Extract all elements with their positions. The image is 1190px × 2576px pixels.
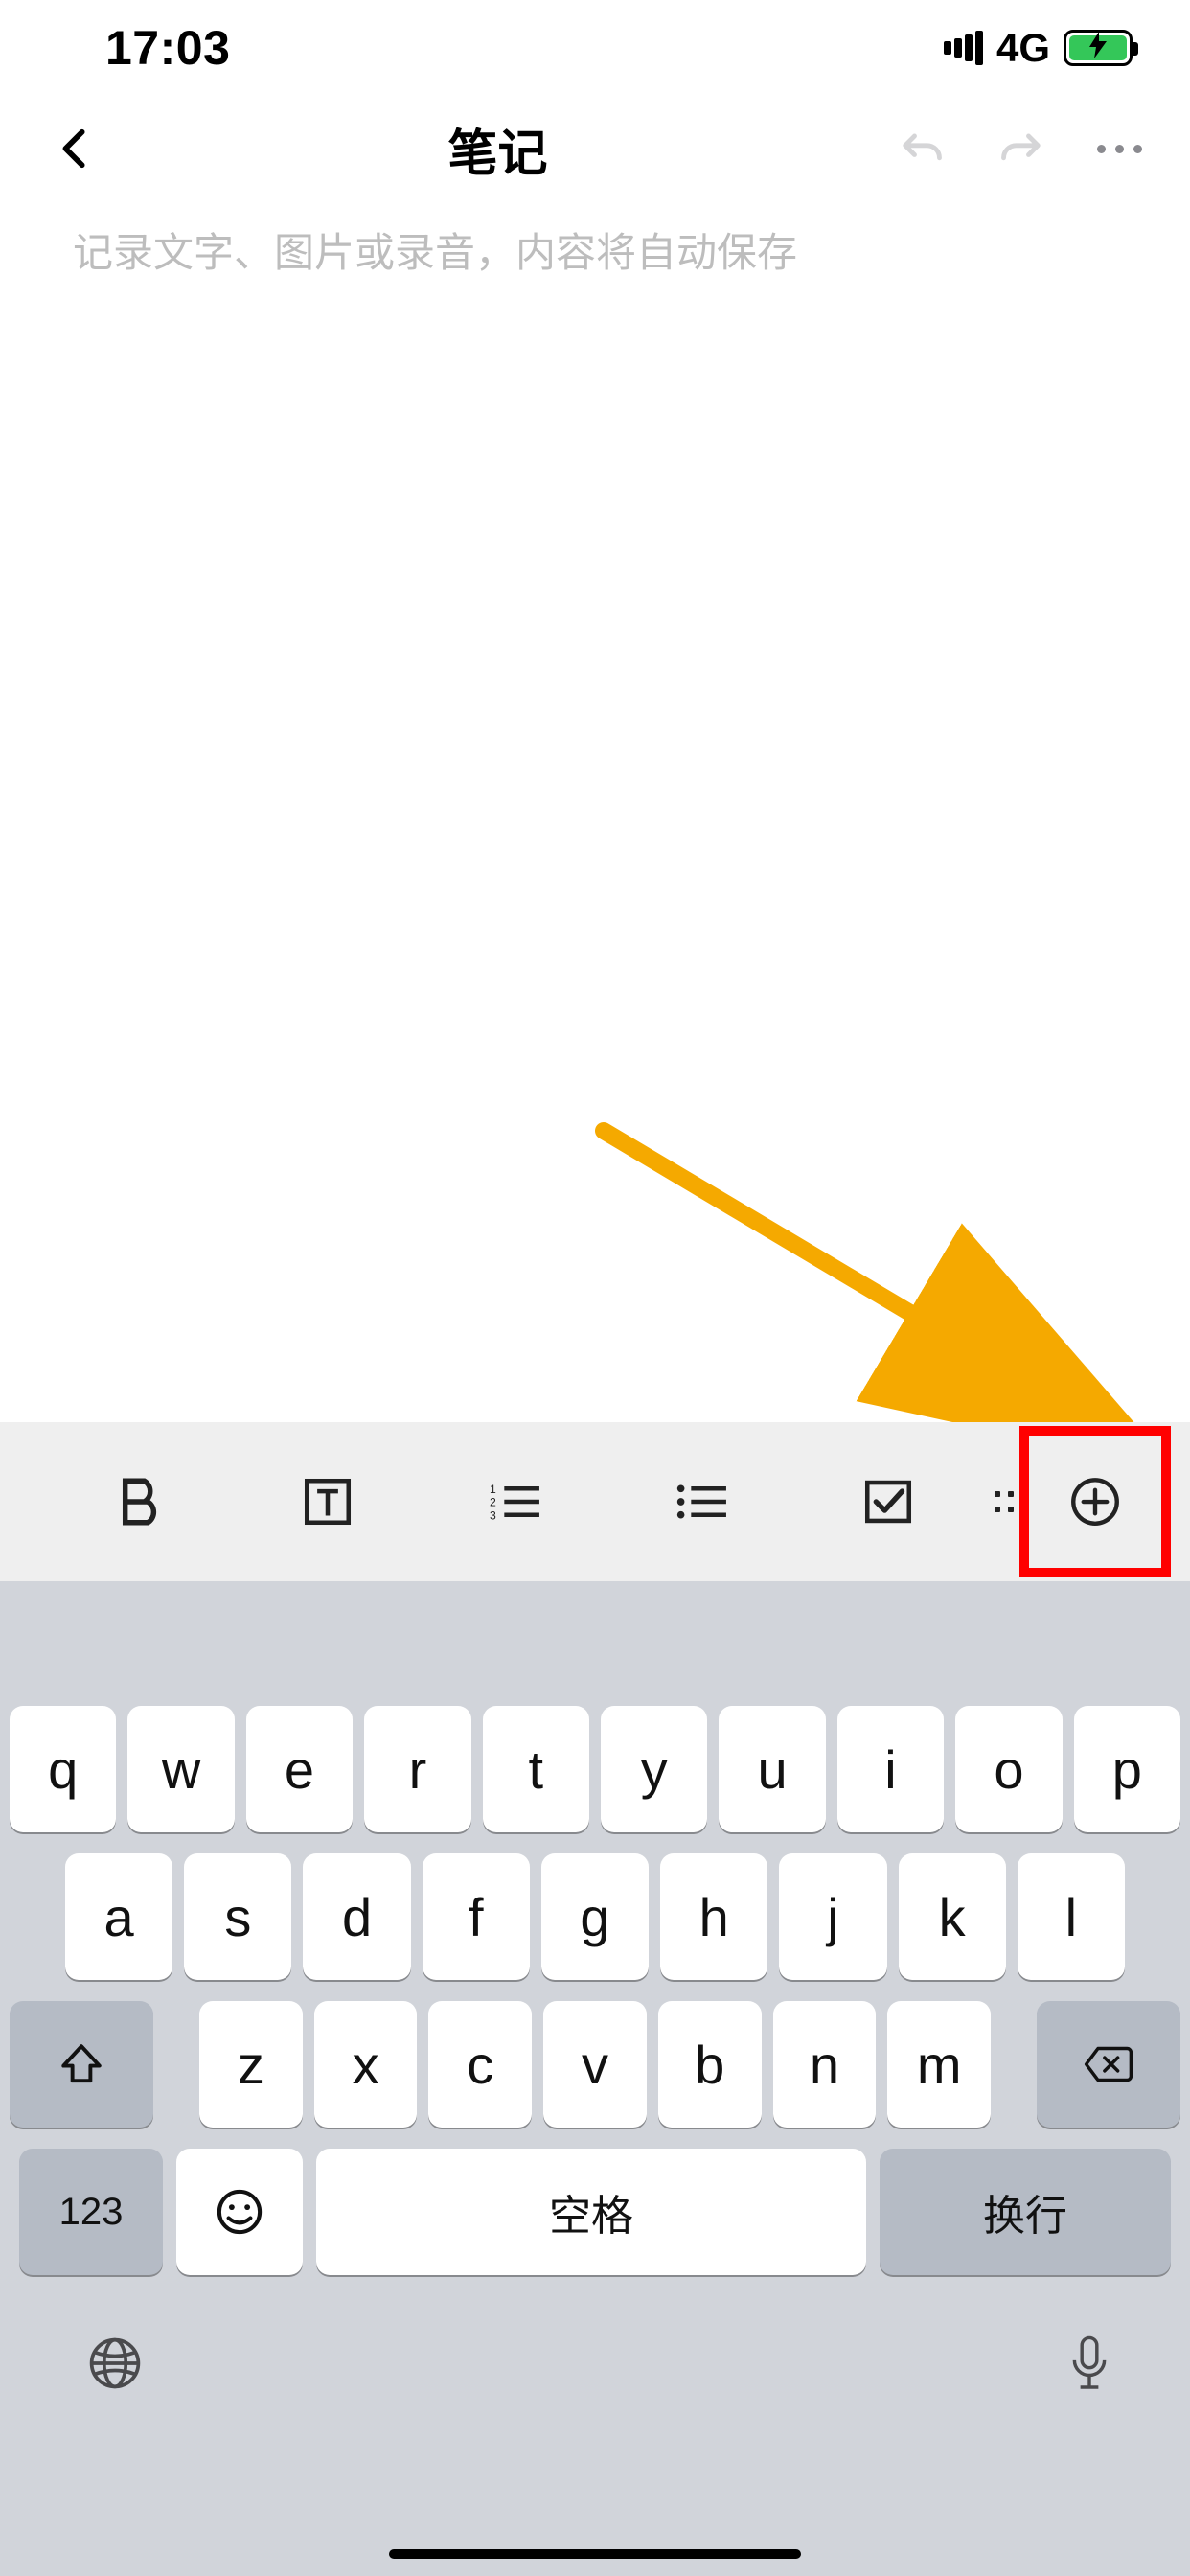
textbox-button[interactable] [235, 1422, 422, 1581]
editor-placeholder: 记录文字、图片或录音，内容将自动保存 [73, 220, 1133, 279]
key-o[interactable]: o [955, 1706, 1062, 1832]
more-icon[interactable] [1097, 145, 1142, 153]
keyboard-row-2: asdfghjkl [10, 1853, 1180, 1980]
checklist-button[interactable] [794, 1422, 981, 1581]
numbered-list-button[interactable]: 123 [422, 1422, 608, 1581]
globe-icon[interactable] [86, 2334, 144, 2392]
key-j[interactable]: j [779, 1853, 886, 1980]
shift-icon [57, 2040, 105, 2088]
format-toolbar: 123 [0, 1422, 1190, 1581]
key-l[interactable]: l [1018, 1853, 1125, 1980]
key-c[interactable]: c [428, 2001, 532, 2128]
svg-text:3: 3 [490, 1508, 496, 1522]
signal-icon [944, 31, 983, 65]
number-mode-key[interactable]: 123 [19, 2149, 163, 2275]
key-q[interactable]: q [10, 1706, 116, 1832]
status-right: 4G [944, 25, 1133, 71]
key-s[interactable]: s [184, 1853, 291, 1980]
emoji-icon [215, 2187, 264, 2237]
keyboard-row-1: qwertyuiop [10, 1706, 1180, 1832]
nav-bar: 笔记 [0, 96, 1190, 201]
key-t[interactable]: t [483, 1706, 589, 1832]
key-n[interactable]: n [773, 2001, 877, 2128]
key-r[interactable]: r [364, 1706, 470, 1832]
back-icon[interactable] [48, 122, 102, 175]
key-p[interactable]: p [1074, 1706, 1180, 1832]
status-time: 17:03 [105, 20, 230, 76]
shift-key[interactable] [10, 2001, 153, 2128]
space-key[interactable]: 空格 [316, 2149, 866, 2275]
key-y[interactable]: y [601, 1706, 707, 1832]
key-m[interactable]: m [887, 2001, 991, 2128]
network-label: 4G [996, 25, 1050, 71]
keyboard-row-3: zxcvbnm [10, 2001, 1180, 2128]
plus-circle-icon [1068, 1475, 1122, 1529]
home-indicator[interactable] [389, 2549, 801, 2559]
key-u[interactable]: u [719, 1706, 825, 1832]
undo-icon[interactable] [894, 122, 948, 175]
return-key[interactable]: 换行 [880, 2149, 1171, 2275]
key-w[interactable]: w [127, 1706, 234, 1832]
backspace-icon [1082, 2043, 1135, 2085]
key-x[interactable]: x [314, 2001, 418, 2128]
redo-icon[interactable] [995, 122, 1049, 175]
emoji-key[interactable] [176, 2149, 303, 2275]
key-e[interactable]: e [246, 1706, 353, 1832]
bold-button[interactable] [48, 1422, 235, 1581]
page-title: 笔记 [447, 113, 547, 185]
battery-icon [1064, 30, 1133, 66]
key-v[interactable]: v [543, 2001, 647, 2128]
add-button[interactable] [1019, 1426, 1171, 1577]
keyboard-row-4: 123 空格 换行 [10, 2149, 1180, 2275]
keyboard-footer [0, 2275, 1190, 2432]
key-z[interactable]: z [199, 2001, 303, 2128]
key-b[interactable]: b [658, 2001, 762, 2128]
key-d[interactable]: d [303, 1853, 410, 1980]
key-a[interactable]: a [65, 1853, 172, 1980]
key-g[interactable]: g [541, 1853, 649, 1980]
svg-text:1: 1 [490, 1483, 496, 1496]
key-f[interactable]: f [423, 1853, 530, 1980]
status-bar: 17:03 4G [0, 0, 1190, 96]
key-h[interactable]: h [660, 1853, 767, 1980]
key-k[interactable]: k [899, 1853, 1006, 1980]
toolbar-expand-icon[interactable] [981, 1491, 1019, 1512]
mic-icon[interactable] [1065, 2333, 1113, 2394]
editor-area[interactable]: 记录文字、图片或录音，内容将自动保存 [0, 201, 1190, 279]
keyboard: qwertyuiop asdfghjkl zxcvbnm 123 空格 换行 [0, 1581, 1190, 2576]
bullet-list-button[interactable] [607, 1422, 794, 1581]
backspace-key[interactable] [1037, 2001, 1180, 2128]
svg-text:2: 2 [490, 1496, 496, 1509]
key-i[interactable]: i [837, 1706, 944, 1832]
